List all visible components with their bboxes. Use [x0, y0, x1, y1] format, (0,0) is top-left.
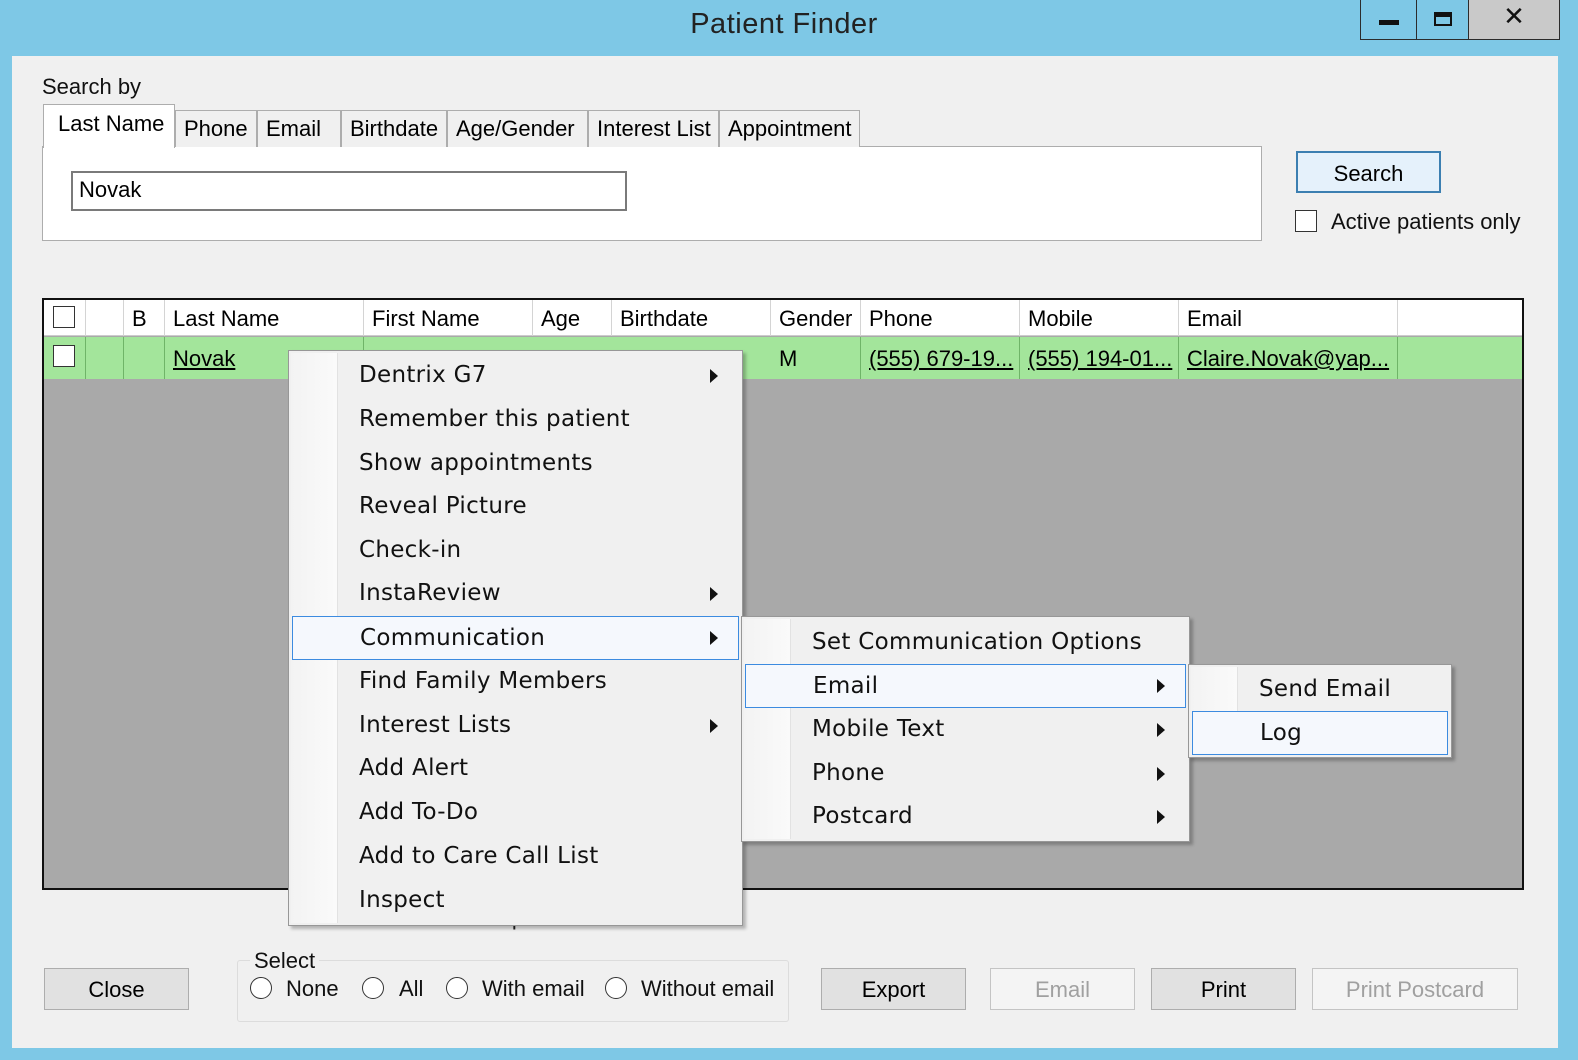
window-title: Patient Finder — [690, 8, 878, 40]
submenu-arrow-icon — [1157, 679, 1165, 693]
menu-item-label: Set Communication Options — [812, 629, 1142, 655]
header-blank — [86, 300, 124, 336]
menu-item-label: Remember this patient — [359, 406, 631, 432]
radio-none-label: None — [286, 976, 339, 1001]
menu-item-label: Log — [1260, 720, 1302, 746]
row-blank — [86, 337, 124, 379]
menu-item-label: Interest Lists — [359, 712, 512, 738]
search-by-label: Search by — [42, 74, 142, 99]
row-checkbox[interactable] — [53, 345, 75, 367]
submenu-arrow-icon — [710, 587, 718, 601]
menu-item-care-call[interactable]: Add to Care Call List — [293, 835, 738, 879]
tab-phone[interactable]: Phone — [175, 110, 257, 147]
tab-birthdate[interactable]: Birthdate — [341, 110, 447, 147]
menu-item-check-in[interactable]: Check-in — [293, 529, 738, 573]
submenu-arrow-icon — [710, 631, 718, 645]
menu-item-send-email[interactable]: Send Email — [1193, 668, 1447, 712]
select-label: Select — [250, 948, 320, 974]
menu-item-phone[interactable]: Phone — [746, 752, 1185, 796]
menu-item-label: Send Email — [1259, 676, 1392, 702]
menu-item-remember[interactable]: Remember this patient — [293, 398, 738, 442]
header-mobile[interactable]: Mobile — [1020, 300, 1179, 336]
row-email[interactable]: Claire.Novak@yap... — [1179, 337, 1398, 379]
tab-appointment[interactable]: Appointment — [719, 110, 860, 147]
menu-item-add-todo[interactable]: Add To-Do — [293, 791, 738, 835]
row-b — [124, 337, 165, 379]
radio-with-email[interactable] — [446, 977, 468, 999]
menu-item-dentrix[interactable]: Dentrix G7 — [293, 354, 738, 398]
menu-item-email[interactable]: Email — [745, 664, 1186, 708]
radio-all-label: All — [399, 976, 424, 1001]
email-button[interactable]: Email — [990, 968, 1135, 1010]
menu-item-label: Check-in — [359, 537, 462, 563]
close-icon: ✕ — [1503, 2, 1525, 32]
active-only-label: Active patients only — [1331, 209, 1521, 234]
tab-email[interactable]: Email — [257, 110, 341, 147]
menu-item-show-appointments[interactable]: Show appointments — [293, 442, 738, 486]
menu-item-label: Dentrix G7 — [359, 362, 487, 388]
header-email[interactable]: Email — [1179, 300, 1398, 336]
header-b[interactable]: B — [124, 300, 165, 336]
header-checkbox-cell — [44, 300, 86, 336]
menu-item-label: Postcard — [812, 803, 913, 829]
menu-item-label: Email — [813, 673, 879, 699]
menu-item-interest-lists[interactable]: Interest Lists — [293, 704, 738, 748]
submenu-arrow-icon — [1157, 767, 1165, 781]
menu-item-label: Add To-Do — [359, 799, 479, 825]
radio-with-email-label: With email — [482, 976, 585, 1001]
menu-item-communication[interactable]: Communication — [292, 616, 739, 660]
maximize-icon — [1434, 12, 1452, 26]
close-button[interactable]: Close — [44, 968, 189, 1010]
menu-item-inspect[interactable]: Inspect — [293, 879, 738, 923]
close-window-button[interactable]: ✕ — [1468, 0, 1560, 40]
menu-item-label: Mobile Text — [812, 716, 945, 742]
radio-without-email[interactable] — [605, 977, 627, 999]
print-button[interactable]: Print — [1151, 968, 1296, 1010]
menu-item-postcard[interactable]: Postcard — [746, 795, 1185, 839]
row-gender: M — [771, 337, 861, 379]
minimize-icon — [1379, 20, 1399, 25]
header-phone[interactable]: Phone — [861, 300, 1020, 336]
submenu-arrow-icon — [1157, 723, 1165, 737]
menu-item-add-alert[interactable]: Add Alert — [293, 747, 738, 791]
menu-item-label: Inspect — [359, 887, 445, 913]
search-button[interactable]: Search — [1296, 151, 1441, 193]
menu-item-label: Find Family Members — [359, 668, 608, 694]
menu-item-label: Phone — [812, 760, 885, 786]
menu-item-label: Add to Care Call List — [359, 843, 599, 869]
menu-item-instareview[interactable]: InstaReview — [293, 572, 738, 616]
print-postcard-button[interactable]: Print Postcard — [1312, 968, 1518, 1010]
menu-item-label: Reveal Picture — [359, 493, 527, 519]
submenu-arrow-icon — [1157, 810, 1165, 824]
menu-item-label: Show appointments — [359, 450, 593, 476]
header-last-name[interactable]: Last Name — [165, 300, 364, 336]
menu-item-log[interactable]: Log — [1192, 711, 1448, 755]
header-birthdate[interactable]: Birthdate — [612, 300, 771, 336]
row-phone[interactable]: (555) 679-19... — [861, 337, 1020, 379]
menu-item-reveal-picture[interactable]: Reveal Picture — [293, 485, 738, 529]
submenu-arrow-icon — [710, 719, 718, 733]
maximize-button[interactable] — [1416, 0, 1468, 40]
menu-item-mobile-text[interactable]: Mobile Text — [746, 708, 1185, 752]
menu-item-label: Communication — [360, 625, 546, 651]
active-only-checkbox[interactable] — [1295, 210, 1317, 232]
header-gender[interactable]: Gender — [771, 300, 861, 336]
tab-last-name[interactable]: Last Name — [43, 104, 175, 148]
header-first-name[interactable]: First Name — [364, 300, 533, 336]
header-age[interactable]: Age — [533, 300, 612, 336]
radio-without-email-label: Without email — [641, 976, 775, 1001]
menu-item-find-family[interactable]: Find Family Members — [293, 660, 738, 704]
radio-all[interactable] — [362, 977, 384, 999]
export-button[interactable]: Export — [821, 968, 966, 1010]
menu-item-set-communication-options[interactable]: Set Communication Options — [746, 621, 1185, 665]
radio-none[interactable] — [250, 977, 272, 999]
menu-item-label: Add Alert — [359, 755, 469, 781]
minimize-button[interactable] — [1360, 0, 1416, 40]
row-mobile[interactable]: (555) 194-01... — [1020, 337, 1179, 379]
submenu-arrow-icon — [710, 369, 718, 383]
menu-item-label: InstaReview — [359, 580, 501, 606]
tab-interest-list[interactable]: Interest List — [588, 110, 719, 147]
last-name-search-input[interactable]: Novak — [71, 171, 627, 211]
tab-age-gender[interactable]: Age/Gender — [447, 110, 588, 147]
